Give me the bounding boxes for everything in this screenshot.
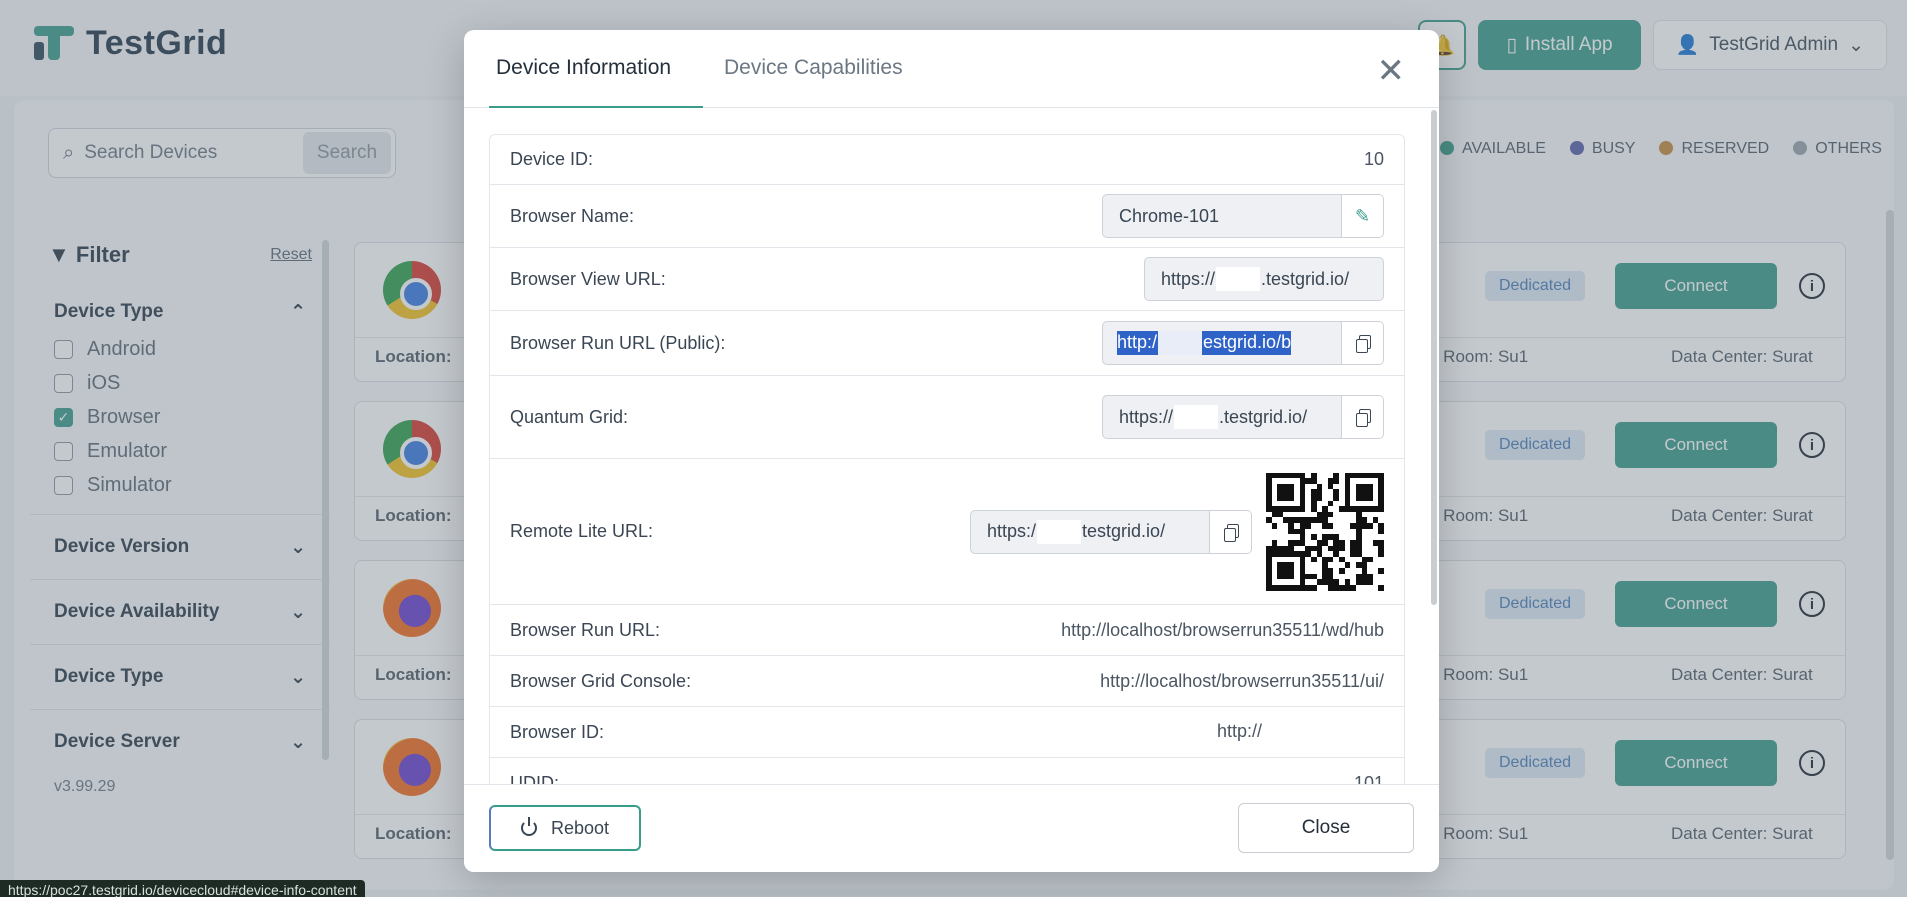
remote-lite-url-field: https:/ testgrid.io/ bbox=[970, 509, 1252, 554]
row-browser-name: Browser Name: Chrome-101 ✎ bbox=[489, 185, 1405, 248]
quantum-grid-value[interactable]: https:// .testgrid.io/ bbox=[1103, 396, 1341, 438]
power-icon bbox=[520, 817, 537, 836]
row-browser-view-url: Browser View URL: https:// .testgrid.io/ bbox=[489, 248, 1405, 311]
status-bar-url: https://poc27.testgrid.io/devicecloud#de… bbox=[0, 880, 365, 897]
remote-lite-url-group: https:/ testgrid.io/ bbox=[970, 472, 1384, 591]
edit-pencil-icon[interactable]: ✎ bbox=[1341, 195, 1383, 237]
row-browser-run-url-public: Browser Run URL (Public): http:/ estgrid.… bbox=[489, 311, 1405, 376]
reboot-button[interactable]: Reboot bbox=[489, 805, 641, 851]
quantum-grid-field: https:// .testgrid.io/ bbox=[1102, 395, 1384, 439]
browser-id-value: http:// bbox=[1217, 720, 1384, 744]
url-suffix: estgrid.io/b bbox=[1203, 331, 1292, 352]
udid-value: 101 bbox=[1353, 772, 1384, 785]
browser-run-url-label: Browser Run URL: bbox=[510, 619, 661, 640]
close-button[interactable]: Close bbox=[1238, 803, 1414, 853]
browser-view-url-value[interactable]: https:// .testgrid.io/ bbox=[1145, 258, 1365, 300]
url-suffix: .testgrid.io/ bbox=[1219, 406, 1308, 427]
browser-view-url-field: https:// .testgrid.io/ bbox=[1144, 257, 1384, 301]
quantum-grid-label: Quantum Grid: bbox=[510, 406, 629, 427]
modal-body: Device ID: 10 Browser Name: Chrome-101 ✎… bbox=[489, 134, 1405, 784]
url-prefix: https:/ bbox=[987, 521, 1037, 541]
url-suffix: .testgrid.io/ bbox=[1261, 268, 1350, 289]
browser-run-url-value: http://localhost/browserrun35511/wd/hub bbox=[1061, 619, 1384, 640]
url-prefix: https:// bbox=[1119, 406, 1174, 427]
copy-icon bbox=[1355, 335, 1371, 353]
copy-button[interactable] bbox=[1209, 510, 1251, 553]
remote-lite-url-label: Remote Lite URL: bbox=[510, 521, 654, 541]
browser-run-url-public-field: http:/ estgrid.io/b bbox=[1102, 321, 1384, 365]
browser-id-text: http:// bbox=[1216, 720, 1262, 741]
redacted-mask bbox=[1216, 267, 1261, 291]
browser-view-url-label: Browser View URL: bbox=[510, 268, 666, 289]
qr-code-image bbox=[1266, 472, 1384, 591]
url-prefix: https:// bbox=[1161, 268, 1216, 289]
copy-icon bbox=[1355, 409, 1371, 427]
row-quantum-grid: Quantum Grid: https:// .testgrid.io/ bbox=[489, 376, 1405, 459]
redacted-mask bbox=[1263, 720, 1383, 744]
browser-grid-console-label: Browser Grid Console: bbox=[510, 670, 692, 691]
row-browser-run-url: Browser Run URL: http://localhost/browse… bbox=[489, 605, 1405, 656]
modal-footer: Reboot Close bbox=[464, 784, 1439, 872]
device-id-label: Device ID: bbox=[510, 149, 594, 169]
row-udid: UDID: 101 bbox=[489, 758, 1405, 784]
row-device-id: Device ID: 10 bbox=[489, 134, 1405, 185]
browser-name-field: Chrome-101 ✎ bbox=[1102, 194, 1384, 238]
remote-lite-url-value[interactable]: https:/ testgrid.io/ bbox=[971, 511, 1209, 553]
active-tab-indicator bbox=[489, 106, 703, 108]
browser-name-label: Browser Name: bbox=[510, 205, 635, 226]
copy-button[interactable] bbox=[1341, 396, 1383, 438]
browser-id-label: Browser ID: bbox=[510, 721, 605, 742]
copy-icon bbox=[1223, 523, 1239, 542]
row-remote-lite-url: Remote Lite URL: https:/ testgrid.io/ bbox=[489, 459, 1405, 605]
url-suffix: testgrid.io/ bbox=[1082, 521, 1166, 541]
tab-device-information[interactable]: Device Information bbox=[496, 56, 671, 80]
browser-name-input[interactable]: Chrome-101 bbox=[1103, 195, 1341, 237]
tab-device-capabilities[interactable]: Device Capabilities bbox=[724, 56, 903, 80]
redacted-mask bbox=[1037, 519, 1082, 544]
redacted-mask bbox=[1174, 405, 1219, 429]
url-prefix: http:/ bbox=[1117, 331, 1158, 352]
device-info-modal: Device Information Device Capabilities ✕… bbox=[464, 30, 1439, 872]
browser-run-url-public-value[interactable]: http:/ estgrid.io/b bbox=[1103, 322, 1341, 364]
device-id-value: 10 bbox=[1363, 149, 1384, 169]
row-browser-grid-console: Browser Grid Console: http://localhost/b… bbox=[489, 656, 1405, 707]
modal-scrollbar[interactable] bbox=[1431, 110, 1437, 605]
copy-button[interactable] bbox=[1341, 322, 1383, 364]
browser-grid-console-value: http://localhost/browserrun35511/ui/ bbox=[1100, 670, 1384, 691]
modal-header: Device Information Device Capabilities ✕ bbox=[464, 30, 1439, 108]
reboot-label: Reboot bbox=[550, 817, 610, 838]
redacted-mask bbox=[1158, 331, 1203, 355]
row-browser-id: Browser ID: http:// bbox=[489, 707, 1405, 758]
close-icon[interactable]: ✕ bbox=[1377, 54, 1406, 88]
udid-label: UDID: bbox=[510, 772, 559, 785]
browser-run-url-public-label: Browser Run URL (Public): bbox=[510, 332, 726, 353]
